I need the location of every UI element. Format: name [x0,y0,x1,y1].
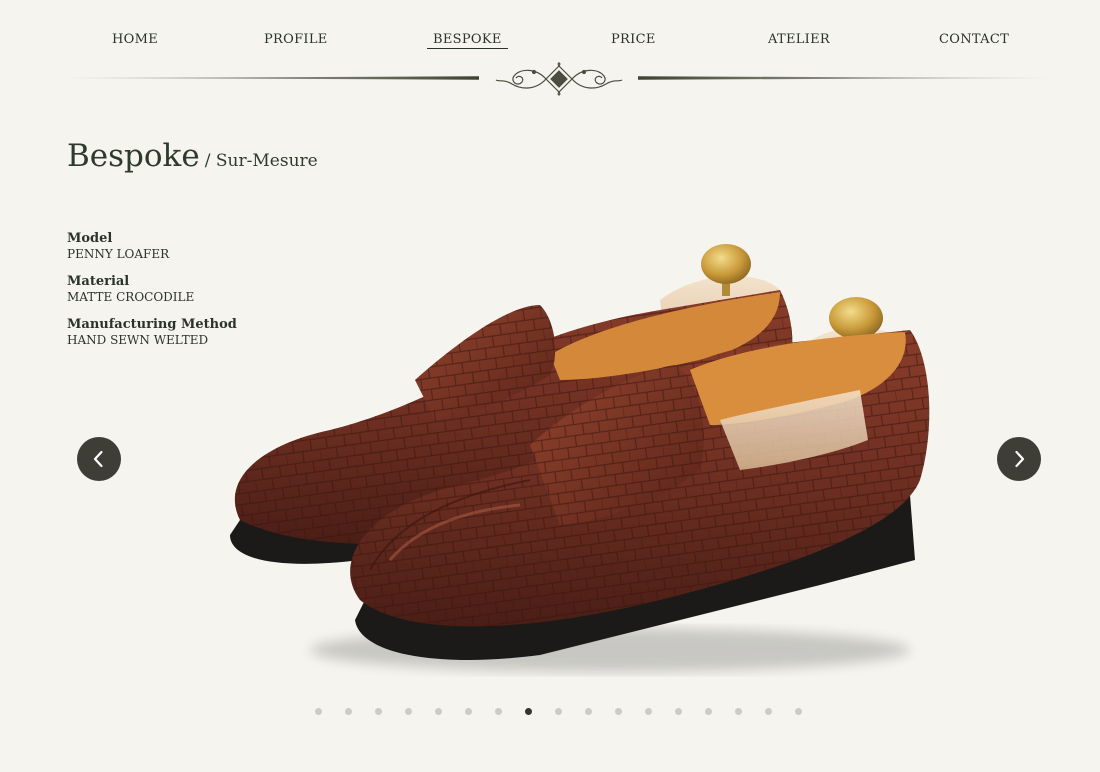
pagination-dot[interactable] [585,708,592,715]
pagination-dot[interactable] [495,708,502,715]
nav-item-home[interactable]: HOME [112,32,158,47]
product-image-penny-loafers [230,244,930,672]
pagination-dot[interactable] [465,708,472,715]
pagination-dot[interactable] [315,708,322,715]
pagination-dot[interactable] [645,708,652,715]
pagination-dot[interactable] [345,708,352,715]
divider-right [638,76,1050,80]
nav-item-profile[interactable]: PROFILE [264,32,328,47]
slider-next-button[interactable] [997,437,1041,481]
pagination-dot[interactable] [615,708,622,715]
flourish-ornament-icon [495,62,623,96]
pagination-dot[interactable] [795,708,802,715]
slider-prev-button[interactable] [77,437,121,481]
nav-item-atelier[interactable]: ATELIER [768,32,830,47]
page-title-main: Bespoke [67,138,200,174]
pagination-dot[interactable] [705,708,712,715]
main-nav: HOME PROFILE BESPOKE PRICE ATELIER CONTA… [0,0,1100,100]
pagination-dot[interactable] [735,708,742,715]
page-title-sub: / Sur-Mesure [204,151,318,171]
pagination-dot[interactable] [555,708,562,715]
page-title: Bespoke / Sur-Mesure [67,138,318,174]
chevron-right-icon [1015,450,1025,468]
nav-item-price[interactable]: PRICE [611,32,656,47]
pagination-dot[interactable] [405,708,412,715]
pagination-dot[interactable] [675,708,682,715]
pagination-dot[interactable] [435,708,442,715]
nav-item-contact[interactable]: CONTACT [939,32,1009,47]
slider-pagination [313,708,813,718]
chevron-left-icon [93,450,103,468]
pagination-dot[interactable] [765,708,772,715]
pagination-dot[interactable] [525,708,532,715]
divider-left [67,76,479,80]
nav-item-bespoke[interactable]: BESPOKE [427,32,508,49]
pagination-dot[interactable] [375,708,382,715]
